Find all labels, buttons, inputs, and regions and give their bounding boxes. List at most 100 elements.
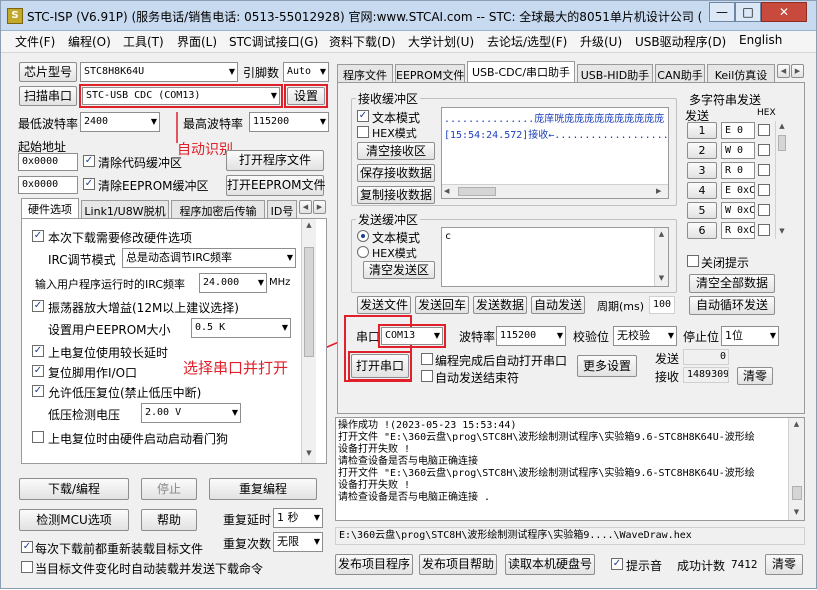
irc-mode-select[interactable]: 总是动态调节IRC频率 ▼ — [122, 248, 296, 268]
code-address-field[interactable]: 0x0000 — [18, 153, 78, 171]
scroll-up-icon[interactable]: ▲ — [776, 122, 788, 130]
tab-link1-offline[interactable]: Link1/U8W脱机 — [81, 200, 169, 218]
baud-select[interactable]: 115200 ▼ — [496, 326, 566, 346]
receive-textarea[interactable]: ...............庞庠咣庞庞庞庞庞庞庞庞庞庞 [15:54:24.5… — [441, 107, 669, 199]
multi-send-button-2[interactable]: 2 — [687, 142, 717, 159]
receive-text-mode-checkbox[interactable]: ✓ — [357, 110, 369, 122]
multi-hex-checkbox-5[interactable] — [758, 204, 770, 216]
multi-send-field-2[interactable]: W 0 — [721, 142, 755, 159]
scroll-right-icon[interactable]: ▶ — [656, 187, 661, 195]
period-field[interactable]: 100 — [649, 296, 675, 314]
stop-button[interactable]: 停止 — [141, 478, 197, 500]
log-scrollbar[interactable]: ▲ ▼ — [788, 418, 804, 520]
multi-hex-checkbox-6[interactable] — [758, 224, 770, 236]
receive-hscrollbar[interactable]: ◀ ▶ — [442, 184, 668, 198]
clear-code-checkbox[interactable]: ✓ — [83, 155, 95, 167]
multi-send-button-3[interactable]: 3 — [687, 162, 717, 179]
parity-select[interactable]: 无校验 ▼ — [613, 326, 677, 346]
reload-target-checkbox[interactable]: ✓ — [21, 541, 33, 553]
scroll-down-icon[interactable]: ▼ — [789, 508, 804, 516]
tab-usb-cdc-serial[interactable]: USB-CDC/串口助手 — [467, 61, 575, 82]
multi-hex-checkbox-4[interactable] — [758, 184, 770, 196]
tab-usb-hid[interactable]: USB-HID助手 — [577, 64, 653, 82]
clear-eeprom-checkbox[interactable]: ✓ — [83, 178, 95, 190]
low-voltage-reset-checkbox[interactable]: ✓ — [32, 385, 44, 397]
tab-id-number[interactable]: ID号 — [267, 200, 297, 218]
open-eeprom-file-button[interactable]: 打开EEPROM文件 — [226, 175, 326, 196]
send-cr-button[interactable]: 发送回车 — [415, 296, 469, 314]
irc-frequency-select[interactable]: 24.000 ▼ — [199, 273, 267, 293]
send-file-button[interactable]: 发送文件 — [357, 296, 411, 314]
clear-send-button[interactable]: 清空发送区 — [363, 261, 435, 279]
multi-send-button-6[interactable]: 6 — [687, 222, 717, 239]
scroll-down-icon[interactable]: ▼ — [302, 449, 316, 457]
eeprom-size-select[interactable]: 0.5 K ▼ — [191, 318, 291, 338]
scroll-up-icon[interactable]: ▲ — [789, 420, 804, 428]
scroll-down-icon[interactable]: ▼ — [655, 274, 668, 282]
tab-scroll-left-icon[interactable]: ◀ — [299, 200, 312, 214]
auto-open-port-checkbox[interactable] — [421, 353, 433, 365]
send-scrollbar[interactable]: ▲ ▼ — [654, 228, 668, 286]
tab-hardware-options[interactable]: 硬件选项 — [21, 198, 79, 219]
clear-all-data-button[interactable]: 清空全部数据 — [689, 274, 775, 293]
multi-send-field-5[interactable]: W 0xC — [721, 202, 755, 219]
watchdog-checkbox[interactable] — [32, 431, 44, 443]
repeat-program-button[interactable]: 重复编程 — [209, 478, 317, 500]
send-textarea[interactable]: c ▲ ▼ — [441, 227, 669, 287]
eeprom-address-field[interactable]: 0x0000 — [18, 176, 78, 194]
multi-send-button-5[interactable]: 5 — [687, 202, 717, 219]
download-program-button[interactable]: 下载/编程 — [19, 478, 129, 500]
stop-bits-select[interactable]: 1位 ▼ — [721, 326, 779, 346]
clear-counters-button[interactable]: 清零 — [737, 367, 773, 385]
multi-send-button-4[interactable]: 4 — [687, 182, 717, 199]
reset-pin-io-checkbox[interactable]: ✓ — [32, 365, 44, 377]
tab-keil-sim[interactable]: Keil仿真设 — [707, 64, 775, 82]
auto-load-checkbox[interactable] — [21, 561, 33, 573]
clear-success-button[interactable]: 清零 — [765, 554, 803, 575]
publish-project-button[interactable]: 发布项目程序 — [335, 554, 413, 575]
multi-scroll-thumb[interactable] — [778, 135, 786, 151]
options-scrollbar[interactable]: ▲ ▼ — [301, 219, 316, 463]
long-reset-delay-checkbox[interactable]: ✓ — [32, 345, 44, 357]
open-program-file-button[interactable]: 打开程序文件 — [226, 150, 324, 171]
more-settings-button[interactable]: 更多设置 — [577, 355, 637, 377]
serial-port-select[interactable]: COM13 ▼ — [381, 327, 443, 345]
tab-encrypted-transfer[interactable]: 程序加密后传输 — [171, 200, 265, 218]
multi-hex-checkbox-3[interactable] — [758, 164, 770, 176]
beep-checkbox[interactable]: ✓ — [611, 558, 623, 570]
multi-send-button-1[interactable]: 1 — [687, 122, 717, 139]
copy-receive-button[interactable]: 复制接收数据 — [357, 186, 435, 204]
send-hex-mode-radio[interactable] — [357, 246, 369, 258]
tab-program-file[interactable]: 程序文件 — [337, 64, 393, 82]
multi-scrollbar[interactable]: ▲ ▼ — [775, 121, 788, 239]
publish-help-button[interactable]: 发布项目帮助 — [419, 554, 497, 575]
multi-send-field-1[interactable]: E 0 — [721, 122, 755, 139]
oscillator-gain-checkbox[interactable]: ✓ — [32, 300, 44, 312]
tab-eeprom-file[interactable]: EEPROM文件 — [395, 64, 465, 82]
detect-mcu-button[interactable]: 检测MCU选项 — [19, 509, 129, 531]
close-hint-checkbox[interactable] — [687, 255, 699, 267]
hscroll-thumb[interactable] — [458, 187, 496, 196]
send-text-mode-radio[interactable] — [357, 230, 369, 242]
scroll-up-icon[interactable]: ▲ — [302, 221, 316, 229]
right-tab-scroll-left-icon[interactable]: ◀ — [777, 64, 790, 78]
scroll-up-icon[interactable]: ▲ — [655, 230, 668, 238]
tab-scroll-right-icon[interactable]: ▶ — [313, 200, 326, 214]
scroll-down-icon[interactable]: ▼ — [776, 227, 788, 235]
right-tab-scroll-right-icon[interactable]: ▶ — [791, 64, 804, 78]
auto-send-button[interactable]: 自动发送 — [531, 296, 585, 314]
multi-send-field-3[interactable]: R 0 — [721, 162, 755, 179]
multi-send-field-4[interactable]: E 0xC — [721, 182, 755, 199]
help-button[interactable]: 帮助 — [141, 509, 197, 531]
log-scroll-thumb[interactable] — [792, 486, 802, 500]
save-receive-button[interactable]: 保存接收数据 — [357, 164, 435, 182]
low-voltage-select[interactable]: 2.00 V ▼ — [141, 403, 241, 423]
modify-hardware-checkbox[interactable]: ✓ — [32, 230, 44, 242]
scroll-thumb[interactable] — [304, 247, 314, 357]
auto-loop-send-button[interactable]: 自动循环发送 — [689, 296, 775, 315]
receive-hex-mode-checkbox[interactable] — [357, 126, 369, 138]
open-serial-button[interactable]: 打开串口 — [351, 354, 409, 378]
repeat-delay-select[interactable]: 1 秒 ▼ — [273, 508, 323, 528]
auto-terminator-checkbox[interactable] — [421, 370, 433, 382]
send-data-button[interactable]: 发送数据 — [473, 296, 527, 314]
